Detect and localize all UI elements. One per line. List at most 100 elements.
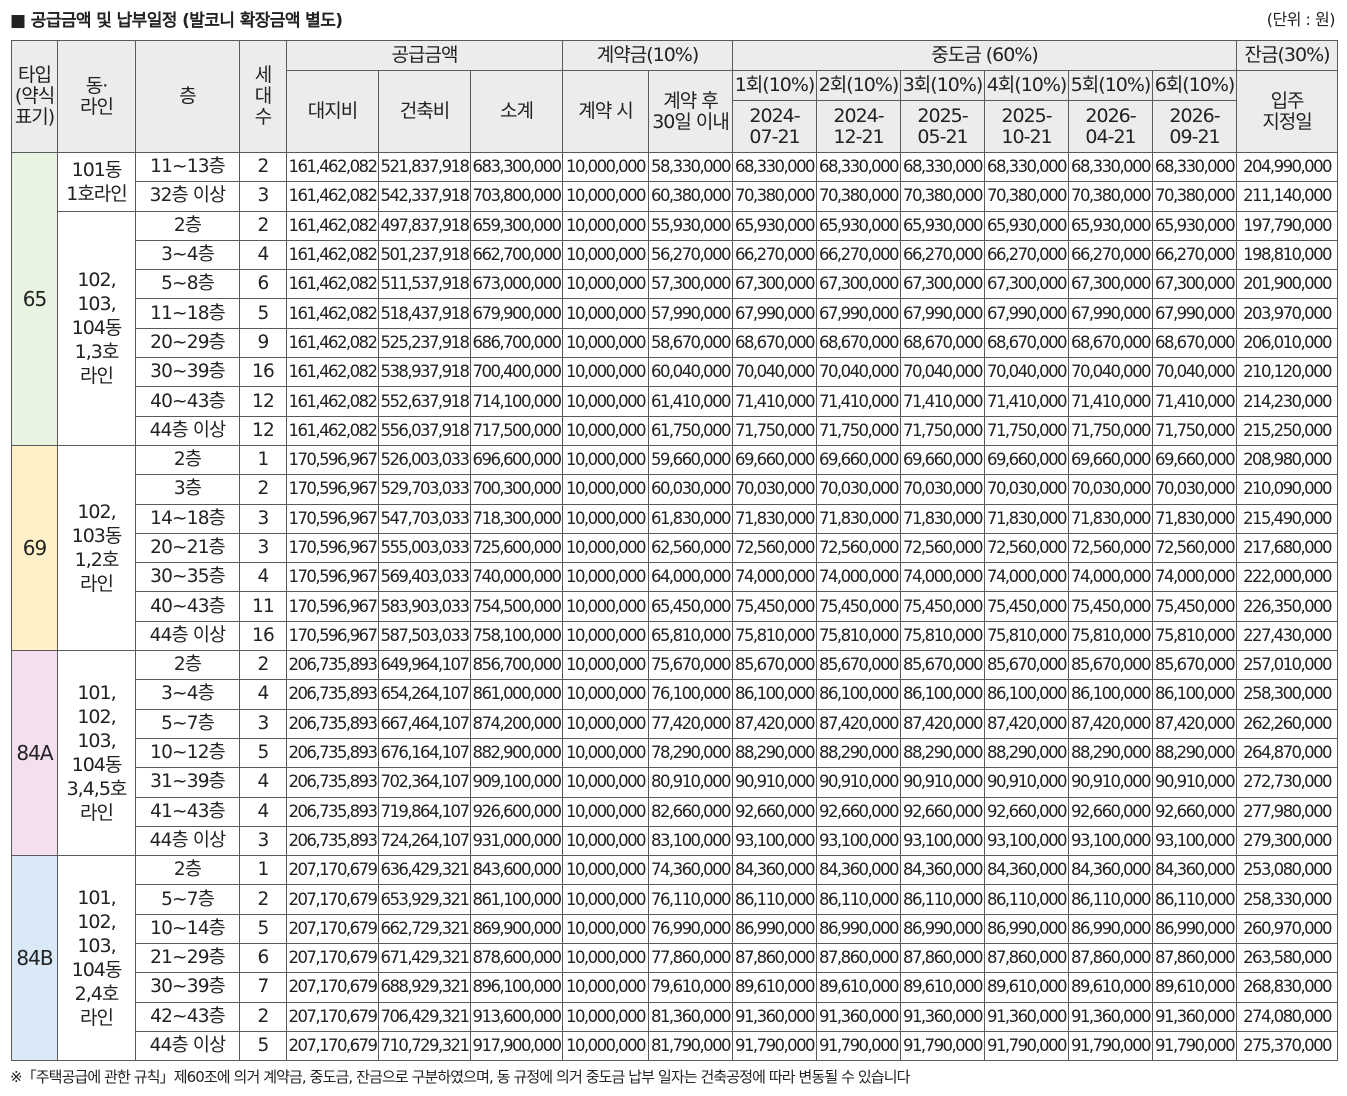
middle-payment-2-cell: 86,110,000	[816, 884, 902, 915]
middle-payment-5-cell: 90,910,000	[1068, 767, 1154, 798]
subtotal-cell: 700,400,000	[469, 357, 564, 388]
middle-payment-5-cell: 87,420,000	[1068, 708, 1154, 739]
middle-1-date: 2024- 07-21	[732, 100, 818, 153]
table-row: 44층 이상 5 207,170,679 710,729,321 917,900,000…	[12, 1030, 1339, 1062]
middle-payment-3-cell: 70,040,000	[900, 357, 986, 388]
middle-payment-6-cell: 72,560,000	[1152, 532, 1238, 564]
unit-count-cell: 11	[239, 591, 287, 622]
middle-payment-6-cell: 67,990,000	[1152, 298, 1238, 329]
middle-payment-3-cell: 75,810,000	[900, 620, 986, 652]
dong-line-text: 102,	[77, 269, 116, 292]
subtotal-cell: 714,100,000	[469, 386, 564, 417]
balance-cell: 253,080,000	[1236, 855, 1339, 886]
deposit-at-contract-cell: 10,000,000	[562, 943, 650, 974]
dong-line-text: 1호라인	[66, 182, 128, 205]
land-price-cell: 206,735,893	[286, 737, 379, 769]
middle-payment-3-cell: 70,030,000	[900, 474, 986, 505]
dong-line-text: 3,4,5호	[66, 778, 128, 801]
land-price-cell: 207,170,679	[286, 972, 379, 1003]
middle-payment-1-cell: 91,360,000	[732, 1001, 818, 1032]
middle-payment-1-cell: 71,750,000	[732, 415, 818, 446]
middle-payment-4-cell: 70,040,000	[984, 357, 1070, 388]
middle-payment-3-cell: 91,790,000	[900, 1030, 986, 1062]
balance-cell: 268,830,000	[1236, 972, 1339, 1003]
table-row: 42~43층 2 207,170,679 706,429,321 913,600,000…	[12, 1001, 1339, 1032]
middle-payment-6-cell: 66,270,000	[1152, 239, 1238, 271]
deposit-at-contract-cell: 10,000,000	[562, 298, 650, 329]
section-title: ■ 공급금액 및 납부일정 (발코니 확장금액 별도)	[10, 11, 343, 31]
middle-payment-6-cell: 75,810,000	[1152, 620, 1238, 652]
middle-payment-3-cell: 86,100,000	[900, 679, 986, 710]
deposit-at-contract-cell: 10,000,000	[562, 679, 650, 710]
deposit-at-contract-cell: 10,000,000	[562, 737, 650, 769]
middle-payment-4-cell: 87,420,000	[984, 708, 1070, 739]
deposit-at-header: 계약 시	[562, 70, 650, 153]
middle-payment-3-cell: 67,990,000	[900, 298, 986, 329]
supply-header: 공급금액	[285, 40, 564, 71]
middle-payment-3-cell: 92,660,000	[900, 796, 986, 827]
middle-payment-1-cell: 87,420,000	[732, 708, 818, 739]
table-row: 11~18층 5 161,462,082 518,437,918 679,900,000…	[12, 298, 1339, 329]
land-price-cell: 207,170,679	[286, 855, 379, 886]
subtotal-cell: 861,100,000	[469, 884, 564, 915]
table-row: 40~43층 12 161,462,082 552,637,918 714,100,00…	[12, 386, 1339, 417]
unit-count-cell: 2	[239, 210, 287, 241]
table-body: 65 101동 1호라인 11~13층 2 161,462,082 521,837,918 6…	[11, 151, 1339, 1062]
dong-line-text: 104동	[71, 317, 123, 340]
building-price-cell: 569,403,033	[378, 562, 471, 593]
deposit-at-contract-cell: 10,000,000	[562, 562, 650, 593]
middle-payment-2-cell: 85,670,000	[816, 650, 902, 681]
table-row: 44층 이상 16 170,596,967 587,503,033 758,100,00…	[12, 620, 1339, 652]
dong-line-text: 104동	[71, 754, 123, 777]
middle-payment-6-cell: 71,830,000	[1152, 503, 1238, 534]
unit-count-cell: 5	[239, 1030, 287, 1062]
land-price-cell: 161,462,082	[286, 415, 379, 446]
balance-cell: 215,490,000	[1236, 503, 1339, 534]
middle-payment-6-cell: 71,410,000	[1152, 386, 1238, 417]
dong-line-text: 라인	[80, 365, 114, 388]
floor-cell: 5~8층	[135, 269, 240, 300]
deposit-after-30-days-cell: 58,330,000	[648, 151, 734, 183]
land-price-cell: 170,596,967	[286, 562, 379, 593]
land-price-cell: 161,462,082	[286, 327, 379, 359]
floor-cell: 32층 이상	[135, 181, 240, 212]
middle-payment-3-cell: 74,000,000	[900, 562, 986, 593]
deposit-after-30-days-cell: 65,810,000	[648, 620, 734, 652]
dong-line-text: 101,	[77, 682, 116, 705]
floor-cell: 2층	[135, 210, 240, 241]
deposit-at-contract-cell: 10,000,000	[562, 415, 650, 446]
floor-cell: 2층	[135, 855, 240, 886]
deposit-at-contract-cell: 10,000,000	[562, 884, 650, 915]
table-row: 40~43층 11 170,596,967 583,903,033 754,500,00…	[12, 591, 1339, 622]
middle-payment-2-cell: 75,810,000	[816, 620, 902, 652]
middle-payment-1-cell: 86,100,000	[732, 679, 818, 710]
deposit-after-30-days-cell: 57,990,000	[648, 298, 734, 329]
dong-line-text: 101동	[71, 158, 123, 181]
deposit-after-30-days-cell: 83,100,000	[648, 825, 734, 857]
deposit-after-30-days-cell: 75,670,000	[648, 650, 734, 681]
table-row: 41~43층 4 206,735,893 719,864,107 926,600,000…	[12, 796, 1339, 827]
middle-payment-1-cell: 75,450,000	[732, 591, 818, 622]
unit-count-cell: 1	[239, 444, 287, 476]
middle-4-date: 2025- 10-21	[984, 100, 1070, 153]
table-row: 10~14층 5 207,170,679 662,729,321 869,900,000…	[12, 913, 1339, 945]
middle-payment-4-cell: 85,670,000	[984, 650, 1070, 681]
subtotal-cell: 878,600,000	[469, 943, 564, 974]
middle-payment-3-cell: 93,100,000	[900, 825, 986, 857]
building-price-cell: 529,703,033	[378, 474, 471, 505]
subtotal-cell: 874,200,000	[469, 708, 564, 739]
middle-payment-2-cell: 66,270,000	[816, 239, 902, 271]
subtotal-cell: 926,600,000	[469, 796, 564, 827]
building-price-cell: 555,003,033	[378, 532, 471, 564]
middle-payment-6-cell: 75,450,000	[1152, 591, 1238, 622]
building-price-cell: 649,964,107	[378, 650, 471, 681]
building-price-cell: 676,164,107	[378, 737, 471, 769]
middle-payment-2-cell: 71,830,000	[816, 503, 902, 534]
floor-cell: 44층 이상	[135, 1030, 240, 1062]
middle-payment-6-cell: 70,040,000	[1152, 357, 1238, 388]
middle-payment-3-cell: 69,660,000	[900, 444, 986, 476]
middle-payment-3-cell: 89,610,000	[900, 972, 986, 1003]
middle-payment-5-cell: 71,750,000	[1068, 415, 1154, 446]
middle-payment-5-cell: 86,100,000	[1068, 679, 1154, 710]
deposit-at-contract-cell: 10,000,000	[562, 474, 650, 505]
